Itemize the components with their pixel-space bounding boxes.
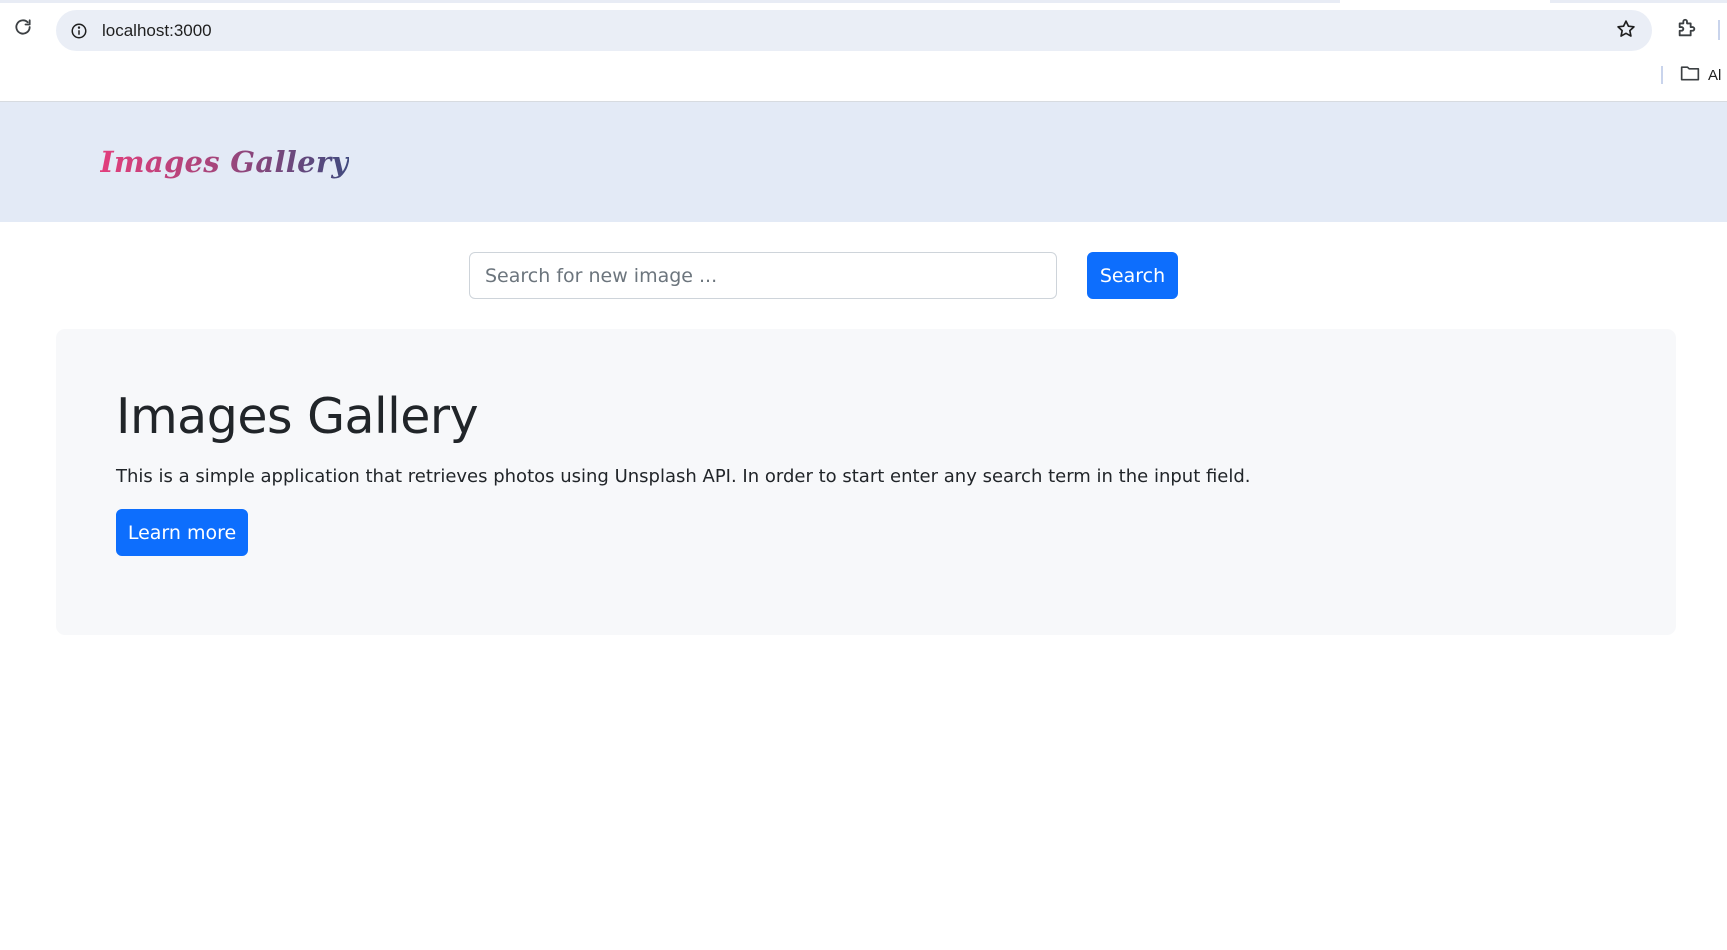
bookmark-folder-label: Al	[1708, 66, 1722, 84]
bookmarks-divider	[1661, 66, 1663, 84]
tab-strip-edge-right	[1550, 0, 1727, 3]
tab-strip-edge	[0, 0, 1340, 3]
page-title: Images Gallery	[116, 388, 479, 445]
browser-toolbar: localhost:3000 Al	[0, 0, 1727, 102]
bookmark-folder-all[interactable]: Al	[1680, 64, 1721, 86]
jumbotron: Images Gallery This is a simple applicat…	[56, 329, 1676, 635]
bookmark-star-button[interactable]	[1614, 19, 1638, 43]
folder-icon	[1680, 64, 1700, 87]
address-bar[interactable]: localhost:3000	[56, 10, 1652, 51]
navbar-brand[interactable]: Images Gallery	[100, 144, 349, 180]
puzzle-icon	[1676, 17, 1698, 44]
learn-more-button[interactable]: Learn more	[116, 509, 248, 556]
search-button[interactable]: Search	[1087, 252, 1178, 299]
info-icon[interactable]	[68, 20, 89, 41]
reload-button[interactable]	[10, 16, 36, 42]
extensions-button[interactable]	[1674, 17, 1700, 43]
navbar: Images Gallery	[0, 102, 1727, 222]
page-description: This is a simple application that retrie…	[116, 466, 1251, 487]
reload-icon	[13, 17, 33, 42]
search-input[interactable]	[469, 252, 1057, 299]
toolbar-edge	[1718, 20, 1720, 40]
star-icon	[1616, 19, 1636, 44]
url-text[interactable]: localhost:3000	[102, 21, 212, 41]
